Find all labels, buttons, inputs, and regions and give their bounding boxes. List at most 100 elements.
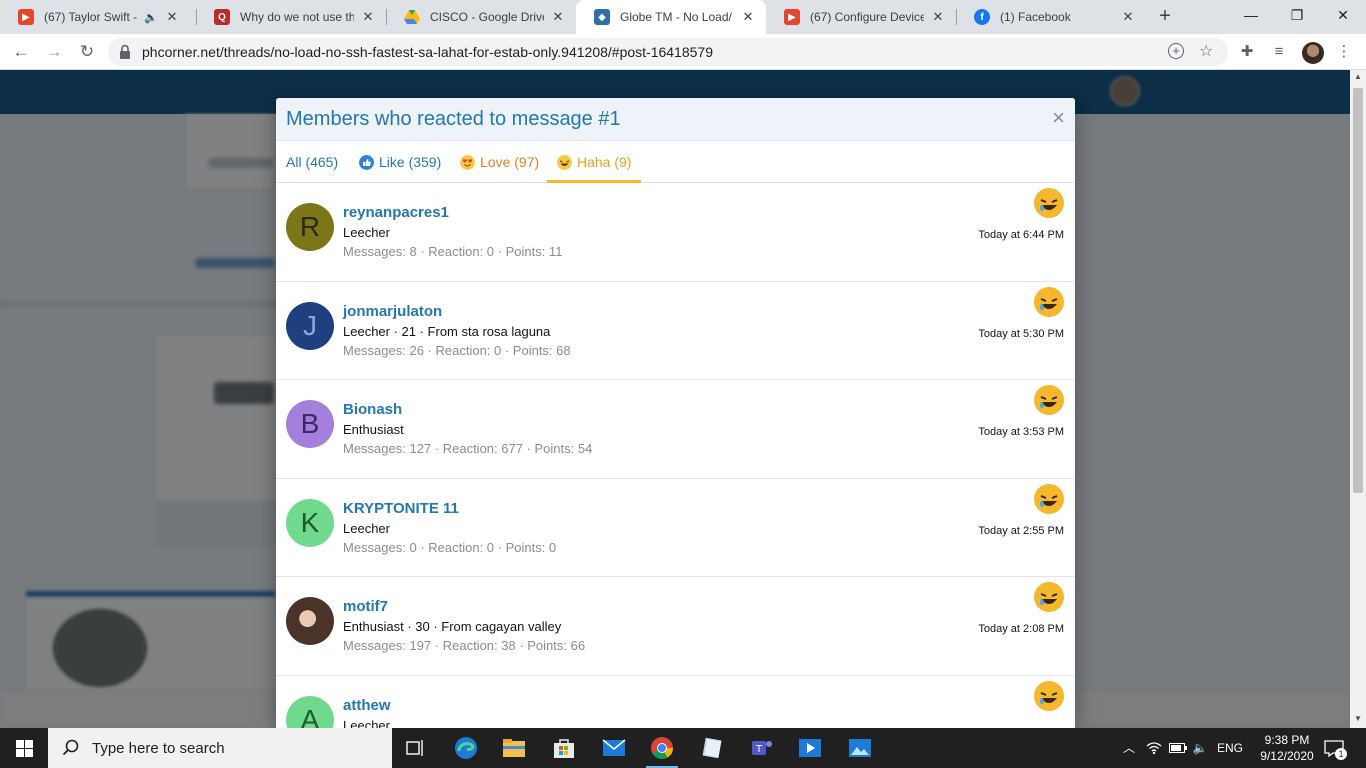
show-hidden-icons-chevron-icon[interactable]: ︿ (1120, 728, 1138, 768)
clock-time: 9:38 PM (1264, 733, 1310, 747)
browser-tab-facebook[interactable]: f (1) Facebook ✕ (956, 0, 1146, 34)
youtube-icon: ▶ (18, 9, 34, 25)
menu-kebab-icon[interactable]: ⋮ (1334, 42, 1354, 62)
browser-tab-quora[interactable]: Q Why do we not use the ✕ (196, 0, 386, 34)
close-tab-icon[interactable]: ✕ (740, 9, 756, 25)
close-tab-icon[interactable]: ✕ (550, 9, 566, 25)
tab-title: (67) Configure Devices (810, 10, 924, 24)
lock-icon (120, 44, 130, 59)
browser-toolbar: ← → ↻ phcorner.net/threads/no-load-no-ss… (0, 34, 1366, 70)
tab-label: Love (97) (480, 154, 540, 170)
scroll-down-icon[interactable]: ▼ (1353, 714, 1363, 723)
member-name-link[interactable]: motif7 (343, 598, 388, 615)
tab-title: (67) Taylor Swift - B (44, 10, 140, 24)
back-arrow-icon[interactable]: ← (9, 40, 33, 64)
address-bar[interactable]: phcorner.net/threads/no-load-no-ssh-fast… (108, 38, 1228, 66)
tab-like[interactable]: Like (359) (359, 141, 441, 183)
love-icon (460, 154, 475, 170)
media-player-icon[interactable] (786, 728, 834, 768)
bookmark-star-icon[interactable]: ☆ (1199, 41, 1213, 61)
chrome-icon[interactable] (638, 728, 686, 768)
tab-label: Haha (9) (577, 154, 632, 170)
media-control-icon[interactable]: ≡ (1269, 42, 1289, 62)
notification-center-icon[interactable]: 1 (1322, 736, 1347, 760)
avatar[interactable]: J (286, 301, 334, 350)
profile-avatar[interactable] (1302, 42, 1324, 64)
haha-icon (557, 154, 572, 170)
minimize-icon[interactable]: — (1228, 0, 1274, 30)
tab-love[interactable]: Love (97) (460, 141, 539, 183)
member-name-link[interactable]: atthew (343, 697, 391, 714)
svg-text:T: T (755, 744, 763, 755)
tab-title: Globe TM - No Load/ N (620, 10, 734, 24)
close-tab-icon[interactable]: ✕ (164, 9, 180, 25)
member-name-link[interactable]: Bionash (343, 401, 402, 418)
page-scrollbar[interactable]: ▲ ▼ (1350, 70, 1366, 728)
member-name-link[interactable]: KRYPTONITE 11 (343, 500, 459, 517)
scroll-up-icon[interactable]: ▲ (1353, 72, 1363, 81)
volume-icon[interactable]: 🔈 (1190, 728, 1210, 768)
facebook-icon: f (974, 9, 990, 25)
close-window-icon[interactable]: ✕ (1320, 0, 1366, 30)
microsoft-store-icon[interactable] (540, 728, 588, 768)
reaction-time: Today at 2:08 PM (978, 623, 1064, 635)
notes-app-icon[interactable] (688, 728, 736, 768)
member-stats: Messages: 0 · Reaction: 0 · Points: 0 (343, 539, 557, 555)
avatar[interactable]: K (286, 498, 334, 547)
browser-tab-google-drive[interactable]: CISCO - Google Drive ✕ (386, 0, 576, 34)
speaker-icon[interactable]: 🔈 (144, 11, 158, 24)
reaction-time: Today at 3:53 PM (978, 426, 1064, 438)
avatar[interactable]: A (286, 695, 334, 728)
scrollbar-thumb[interactable] (1353, 88, 1363, 493)
avatar[interactable]: B (286, 400, 334, 448)
windows-start-icon[interactable] (0, 728, 48, 768)
list-item: R reynanpacres1 Leecher Messages: 8 · Re… (276, 183, 1075, 282)
windows-taskbar: Type here to search T ︿ 🔈 ENG 9:38 PM 9/… (0, 728, 1366, 768)
browser-tab-youtube-taylor[interactable]: ▶ (67) Taylor Swift - B 🔈 ✕ (0, 0, 190, 34)
haha-reaction-icon (1034, 582, 1064, 612)
list-item: K KRYPTONITE 11 Leecher Messages: 0 · Re… (276, 479, 1075, 577)
task-view-icon[interactable] (392, 728, 440, 768)
reaction-time: Today at 5:30 PM (978, 327, 1064, 340)
tab-label: All (465) (286, 154, 339, 170)
language-indicator[interactable]: ENG (1214, 728, 1246, 768)
member-title: Enthusiast · 30 · From cagayan valley (343, 619, 562, 634)
tab-haha[interactable]: Haha (9) (547, 141, 642, 183)
member-title: Leecher · 21 · From sta rosa laguna (343, 323, 551, 339)
tab-title: Why do we not use the (240, 10, 354, 24)
search-icon (62, 739, 79, 756)
forward-arrow-icon[interactable]: → (42, 40, 66, 64)
battery-icon[interactable] (1168, 728, 1188, 768)
modal-title: Members who reacted to message #1 (286, 108, 621, 130)
taskbar-clock[interactable]: 9:38 PM 9/12/2020 (1252, 732, 1322, 764)
restore-icon[interactable]: ❐ (1274, 0, 1320, 30)
photos-icon[interactable] (836, 728, 884, 768)
member-name-link[interactable]: reynanpacres1 (343, 204, 449, 221)
mail-icon[interactable] (590, 728, 638, 768)
teams-icon[interactable]: T (738, 728, 786, 768)
install-app-icon[interactable]: + (1168, 43, 1184, 59)
avatar[interactable] (286, 597, 334, 645)
new-tab-icon[interactable]: + (1154, 5, 1176, 29)
phcorner-icon: ◆ (594, 9, 610, 25)
taskbar-search-box[interactable]: Type here to search (48, 728, 392, 768)
member-stats: Messages: 197 · Reaction: 38 · Points: 6… (343, 638, 586, 653)
tab-all[interactable]: All (465) (286, 141, 338, 183)
close-tab-icon[interactable]: ✕ (930, 9, 946, 25)
edge-browser-icon[interactable] (442, 728, 490, 768)
members-list: R reynanpacres1 Leecher Messages: 8 · Re… (276, 183, 1075, 728)
browser-tab-strip: ▶ (67) Taylor Swift - B 🔈 ✕ Q Why do we … (0, 0, 1366, 34)
url-text: phcorner.net/threads/no-load-no-ssh-fast… (142, 44, 713, 60)
close-icon[interactable]: × (1052, 107, 1065, 129)
close-tab-icon[interactable]: ✕ (360, 9, 376, 25)
browser-tab-phcorner-active[interactable]: ◆ Globe TM - No Load/ N ✕ (576, 0, 766, 34)
file-explorer-icon[interactable] (490, 728, 538, 768)
wifi-icon[interactable] (1144, 728, 1164, 768)
extensions-puzzle-icon[interactable]: ✚ (1237, 42, 1257, 62)
close-tab-icon[interactable]: ✕ (1120, 9, 1136, 25)
modal-header: Members who reacted to message #1 × (276, 98, 1075, 141)
reload-icon[interactable]: ↻ (75, 40, 99, 64)
browser-tab-youtube-configure[interactable]: ▶ (67) Configure Devices ✕ (766, 0, 956, 34)
member-name-link[interactable]: jonmarjulaton (343, 303, 442, 320)
avatar[interactable]: R (286, 203, 334, 251)
